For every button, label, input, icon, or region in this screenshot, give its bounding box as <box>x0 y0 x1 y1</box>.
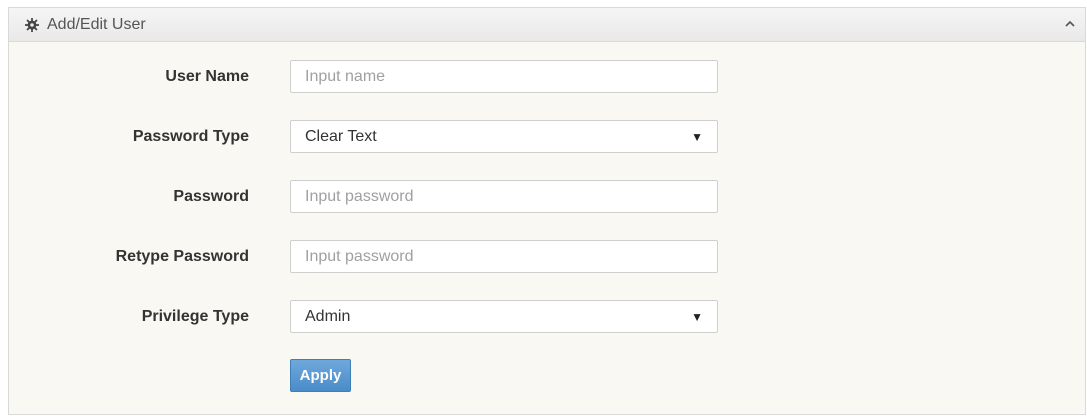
user-name-label: User Name <box>165 68 249 85</box>
row-privilege-type: Privilege Type Admin ▼ <box>9 300 1085 333</box>
privilege-type-value: Admin <box>305 307 351 325</box>
password-type-value: Clear Text <box>305 127 377 145</box>
row-password: Password <box>9 180 1085 213</box>
apply-button[interactable]: Apply <box>290 359 351 392</box>
password-type-select[interactable]: Clear Text ▼ <box>290 120 718 153</box>
password-type-label: Password Type <box>132 128 249 145</box>
caret-down-icon: ▼ <box>691 129 703 144</box>
row-retype-password: Retype Password <box>9 240 1085 273</box>
caret-down-icon: ▼ <box>691 309 703 324</box>
panel-header: Add/Edit User <box>9 8 1085 42</box>
privilege-type-label: Privilege Type <box>141 308 249 325</box>
add-edit-user-panel: Add/Edit User User Name Password Type Cl… <box>8 7 1086 415</box>
retype-password-input[interactable] <box>290 240 718 273</box>
row-user-name: User Name <box>9 60 1085 93</box>
password-label: Password <box>173 188 249 205</box>
retype-password-label: Retype Password <box>115 248 249 265</box>
row-password-type: Password Type Clear Text ▼ <box>9 120 1085 153</box>
gear-icon <box>25 17 39 32</box>
chevron-up-icon[interactable] <box>1063 17 1077 31</box>
privilege-type-select[interactable]: Admin ▼ <box>290 300 718 333</box>
user-name-input[interactable] <box>290 60 718 93</box>
password-input[interactable] <box>290 180 718 213</box>
panel-title: Add/Edit User <box>47 15 146 33</box>
